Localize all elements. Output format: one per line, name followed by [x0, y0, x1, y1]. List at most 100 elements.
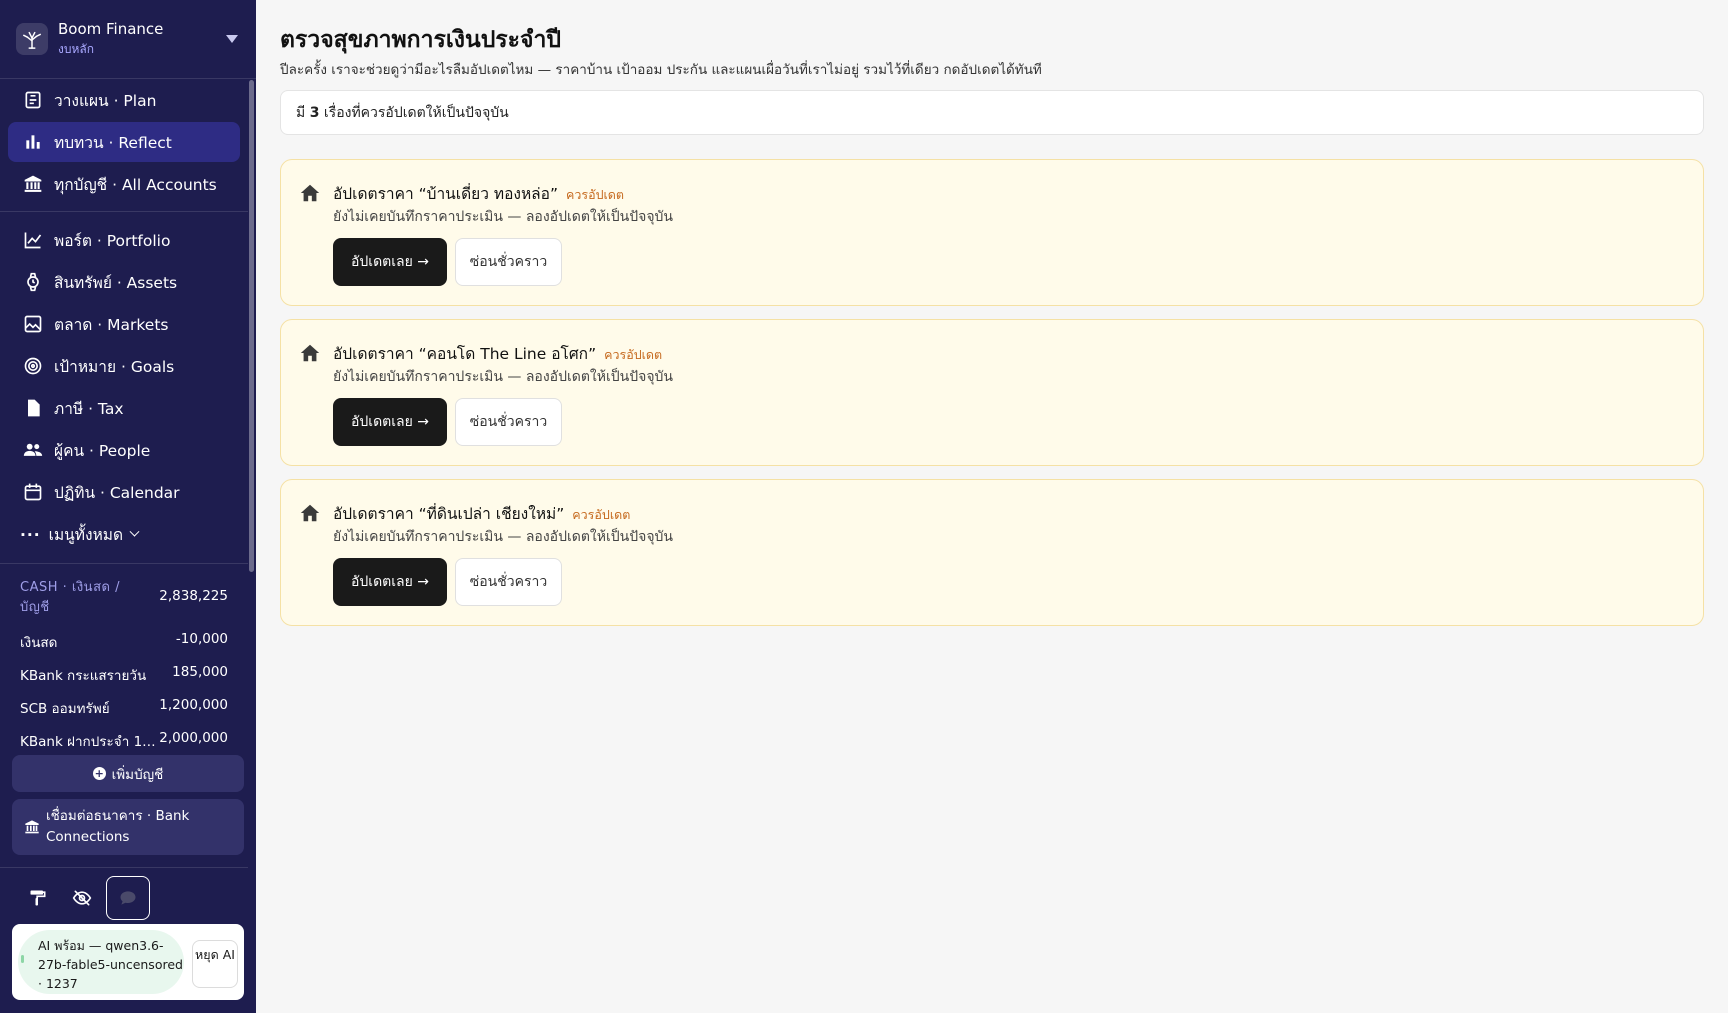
- home-icon: [299, 182, 321, 204]
- account-amount: 185,000: [172, 664, 228, 680]
- line-chart-icon: [22, 229, 44, 251]
- more-dots-icon: ···: [20, 525, 41, 544]
- tool-row: [16, 876, 150, 920]
- hide-temporarily-button[interactable]: ซ่อนชั่วคราว: [455, 398, 562, 446]
- account-amount: 2,000,000: [159, 730, 228, 746]
- nav-label: เป้าหมาย · Goals: [54, 357, 175, 376]
- nav-people[interactable]: ผู้คน · People: [8, 430, 240, 470]
- card-title-text: อัปเดตราคา “ที่ดินเปล่า เชียงใหม่”: [333, 505, 565, 523]
- document-icon: [22, 397, 44, 419]
- nav-markets[interactable]: ตลาด · Markets: [8, 304, 240, 344]
- target-icon: [22, 355, 44, 377]
- card-title-text: อัปเดตราคา “คอนโด The Line อโศก”: [333, 345, 597, 363]
- paint-roller-button[interactable]: [16, 876, 60, 920]
- page-subtitle: ปีละครั้ง เราจะช่วยดูว่ามีอะไรลืมอัปเดตไ…: [280, 62, 1042, 78]
- sidebar: Boom Finance งบหลัก วางแผน · Plan ทบทวน …: [0, 0, 256, 1013]
- image-icon: [22, 313, 44, 335]
- ai-status-text: AI พร้อม — qwen3.6-27b-fable5-uncensored…: [38, 938, 183, 991]
- nav-goals[interactable]: เป้าหมาย · Goals: [8, 346, 240, 386]
- budget-name: งบหลัก: [58, 41, 95, 56]
- calendar-icon: [22, 481, 44, 503]
- update-card: อัปเดตราคา “บ้านเดี่ยว ทองหล่อ” ควรอัปเด…: [280, 159, 1704, 306]
- card-title: อัปเดตราคา “คอนโด The Line อโศก” ควรอัปเ…: [333, 341, 662, 366]
- update-card: อัปเดตราคา “ที่ดินเปล่า เชียงใหม่” ควรอั…: [280, 479, 1704, 626]
- nav-label: ทุกบัญชี · All Accounts: [54, 175, 217, 194]
- card-description: ยังไม่เคยบันทึกราคาประเมิน — ลองอัปเดตให…: [333, 529, 673, 545]
- cash-divider: [0, 563, 248, 564]
- account-amount: 1,200,000: [159, 697, 228, 713]
- summary-prefix: มี: [296, 104, 306, 121]
- card-title-text: อัปเดตราคา “บ้านเดี่ยว ทองหล่อ”: [333, 185, 558, 203]
- summary-count: 3: [309, 104, 320, 121]
- status-badge: ควรอัปเดต: [566, 187, 625, 202]
- add-account-label: เพิ่มบัญชี: [111, 766, 164, 783]
- add-account-button[interactable]: + เพิ่มบัญชี: [12, 755, 244, 792]
- workspace-switcher[interactable]: Boom Finance งบหลัก: [0, 0, 256, 79]
- hide-values-button[interactable]: [60, 876, 104, 920]
- status-badge: ควรอัปเดต: [572, 507, 631, 522]
- account-row[interactable]: KBank ฝากประจำ 12 เดือน 2,000,000: [20, 730, 228, 752]
- sidebar-scrollbar[interactable]: [249, 80, 254, 572]
- nav-label: สินทรัพย์ · Assets: [54, 273, 178, 292]
- account-row[interactable]: KBank กระแสรายวัน 185,000: [20, 664, 228, 686]
- summary-box: มี 3 เรื่องที่ควรอัปเดตให้เป็นปัจจุบัน: [280, 90, 1704, 135]
- update-card: อัปเดตราคา “คอนโด The Line อโศก” ควรอัปเ…: [280, 319, 1704, 466]
- home-icon: [299, 502, 321, 524]
- card-description: ยังไม่เคยบันทึกราคาประเมิน — ลองอัปเดตให…: [333, 369, 673, 385]
- card-title: อัปเดตราคา “ที่ดินเปล่า เชียงใหม่” ควรอั…: [333, 501, 630, 526]
- ai-status: AI พร้อม — qwen3.6-27b-fable5-uncensored…: [18, 930, 184, 994]
- nav-label: ภาษี · Tax: [54, 399, 124, 418]
- nav-divider: [0, 211, 248, 212]
- nav-plan[interactable]: วางแผน · Plan: [8, 80, 240, 120]
- card-description: ยังไม่เคยบันทึกราคาประเมิน — ลองอัปเดตให…: [333, 209, 673, 225]
- nav-label: วางแผน · Plan: [54, 91, 157, 110]
- nav-assets[interactable]: สินทรัพย์ · Assets: [8, 262, 240, 302]
- nav-label: ตลาด · Markets: [54, 315, 169, 334]
- update-now-button[interactable]: อัปเดตเลย →: [333, 238, 447, 286]
- hide-temporarily-button[interactable]: ซ่อนชั่วคราว: [455, 558, 562, 606]
- update-now-button[interactable]: อัปเดตเลย →: [333, 558, 447, 606]
- eye-off-icon: [72, 890, 92, 906]
- nav-reflect[interactable]: ทบทวน · Reflect: [8, 122, 240, 162]
- nav-tax[interactable]: ภาษี · Tax: [8, 388, 240, 428]
- watch-icon: [22, 271, 44, 293]
- account-row[interactable]: เงินสด -10,000: [20, 631, 228, 653]
- hide-temporarily-button[interactable]: ซ่อนชั่วคราว: [455, 238, 562, 286]
- cash-total: 2,838,225: [159, 588, 228, 604]
- chat-button[interactable]: [106, 876, 150, 920]
- nav-label: ผู้คน · People: [54, 441, 151, 460]
- nav-label: ปฏิทิน · Calendar: [54, 483, 180, 502]
- bank-icon: [24, 819, 40, 835]
- plan-icon: [22, 89, 44, 111]
- tree-logo-icon: [16, 23, 48, 55]
- caret-down-icon: [226, 35, 238, 43]
- update-now-button[interactable]: อัปเดตเลย →: [333, 398, 447, 446]
- account-name: KBank กระแสรายวัน: [20, 668, 147, 684]
- ai-ready-indicator: [21, 955, 24, 963]
- stop-ai-button[interactable]: หยุด AI: [192, 940, 238, 988]
- plus-circle-icon: +: [92, 767, 106, 780]
- brand-name: Boom Finance: [58, 19, 164, 38]
- account-row[interactable]: SCB ออมทรัพย์ 1,200,000: [20, 697, 228, 719]
- paint-roller-icon: [30, 890, 46, 906]
- all-menus-label: เมนูทั้งหมด: [48, 526, 124, 544]
- chevron-down-icon: [129, 526, 140, 537]
- account-name: KBank ฝากประจำ 12 เดือน: [20, 734, 158, 750]
- bank-connections-label: เชื่อมต่อธนาคาร · Bank Connections: [46, 808, 190, 845]
- ai-panel: AI พร้อม — qwen3.6-27b-fable5-uncensored…: [12, 924, 244, 1000]
- account-name: SCB ออมทรัพย์: [20, 701, 110, 717]
- nav-all-accounts[interactable]: ทุกบัญชี · All Accounts: [8, 164, 240, 204]
- nav-portfolio[interactable]: พอร์ต · Portfolio: [8, 220, 240, 260]
- all-menus-toggle[interactable]: ··· เมนูทั้งหมด: [20, 522, 140, 547]
- bank-icon: [22, 173, 44, 195]
- account-amount: -10,000: [175, 631, 228, 647]
- account-name: เงินสด: [20, 635, 58, 651]
- people-icon: [22, 439, 44, 461]
- nav-calendar[interactable]: ปฏิทิน · Calendar: [8, 472, 240, 512]
- home-icon: [299, 342, 321, 364]
- cash-heading: CASH · เงินสด / บัญชี: [20, 580, 120, 615]
- bank-connections-button[interactable]: เชื่อมต่อธนาคาร · Bank Connections: [12, 799, 244, 855]
- nav-label: พอร์ต · Portfolio: [54, 231, 171, 250]
- chat-bubble-icon: [120, 891, 136, 905]
- card-title: อัปเดตราคา “บ้านเดี่ยว ทองหล่อ” ควรอัปเด…: [333, 181, 624, 206]
